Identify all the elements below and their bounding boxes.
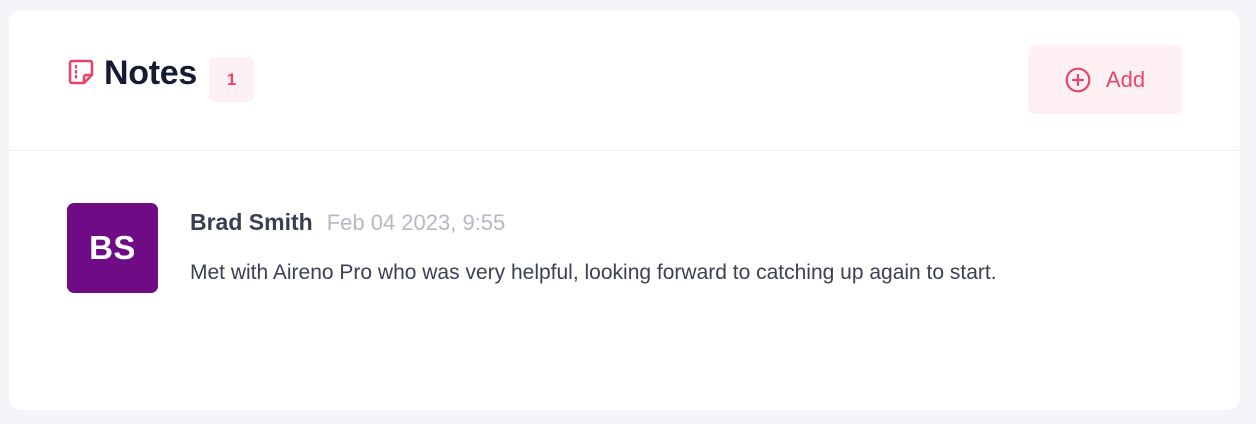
note-author: Brad Smith [190, 209, 313, 235]
note-item: BS Brad Smith Feb 04 2023, 9:55 Met with… [67, 203, 1200, 295]
sticky-note-icon [67, 58, 95, 86]
notes-count-badge: 1 [208, 57, 254, 102]
avatar: BS [67, 203, 158, 293]
notes-card-header: Notes 1 Add [9, 11, 1240, 151]
notes-card: Notes 1 Add BS Brad Smith Feb 04 2023, 9… [9, 11, 1240, 410]
plus-circle-icon [1065, 67, 1091, 93]
note-body: Met with Aireno Pro who was very helpful… [190, 261, 997, 284]
note-meta: Brad Smith Feb 04 2023, 9:55 [190, 209, 505, 236]
page-title: Notes [104, 54, 197, 92]
add-note-button[interactable]: Add [1028, 45, 1182, 114]
note-timestamp: Feb 04 2023, 9:55 [326, 210, 506, 235]
title-group: Notes 1 [67, 53, 254, 102]
add-note-label: Add [1105, 66, 1146, 92]
